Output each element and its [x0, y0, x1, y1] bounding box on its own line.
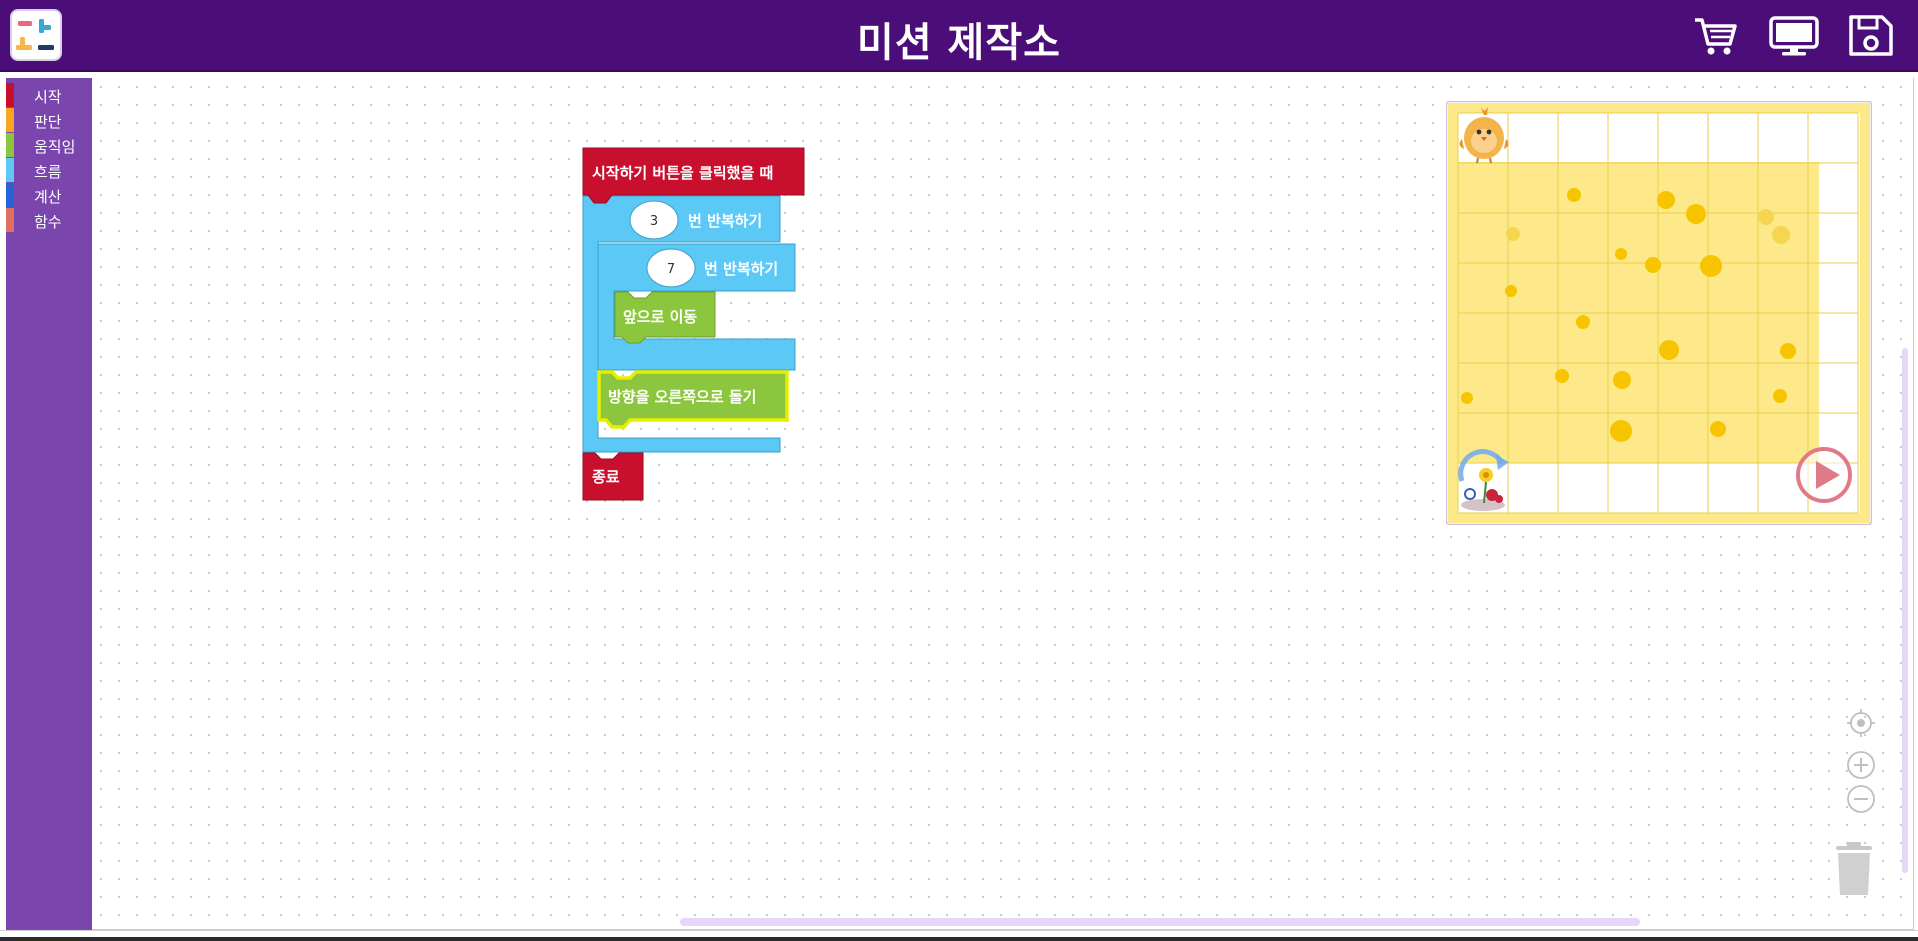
- start-block-label: 시작하기 버튼을 클릭했을 때: [592, 164, 773, 182]
- end-block-label: 종료: [592, 468, 620, 486]
- outer-repeat-label: 번 반복하기: [688, 212, 762, 230]
- horizontal-scrollbar[interactable]: [680, 918, 1640, 926]
- play-icon[interactable]: [1796, 447, 1852, 503]
- move-forward-label: 앞으로 이동: [623, 308, 697, 326]
- stage-map: [1446, 101, 1872, 525]
- bottom-strip: [0, 930, 1918, 941]
- vertical-scrollbar[interactable]: [1902, 348, 1908, 873]
- outer-repeat-count: 3: [650, 214, 658, 229]
- zoom-out-icon[interactable]: [1846, 784, 1876, 814]
- zoom-in-icon[interactable]: [1846, 750, 1876, 780]
- center-icon[interactable]: [1846, 708, 1876, 738]
- inner-repeat-count: 7: [667, 262, 675, 277]
- trash-icon[interactable]: [1832, 840, 1876, 898]
- taskbar-edge: [0, 937, 1918, 941]
- inner-repeat-label: 번 반복하기: [704, 260, 778, 278]
- turn-right-label: 방향을 오른쪽으로 돌기: [608, 388, 756, 406]
